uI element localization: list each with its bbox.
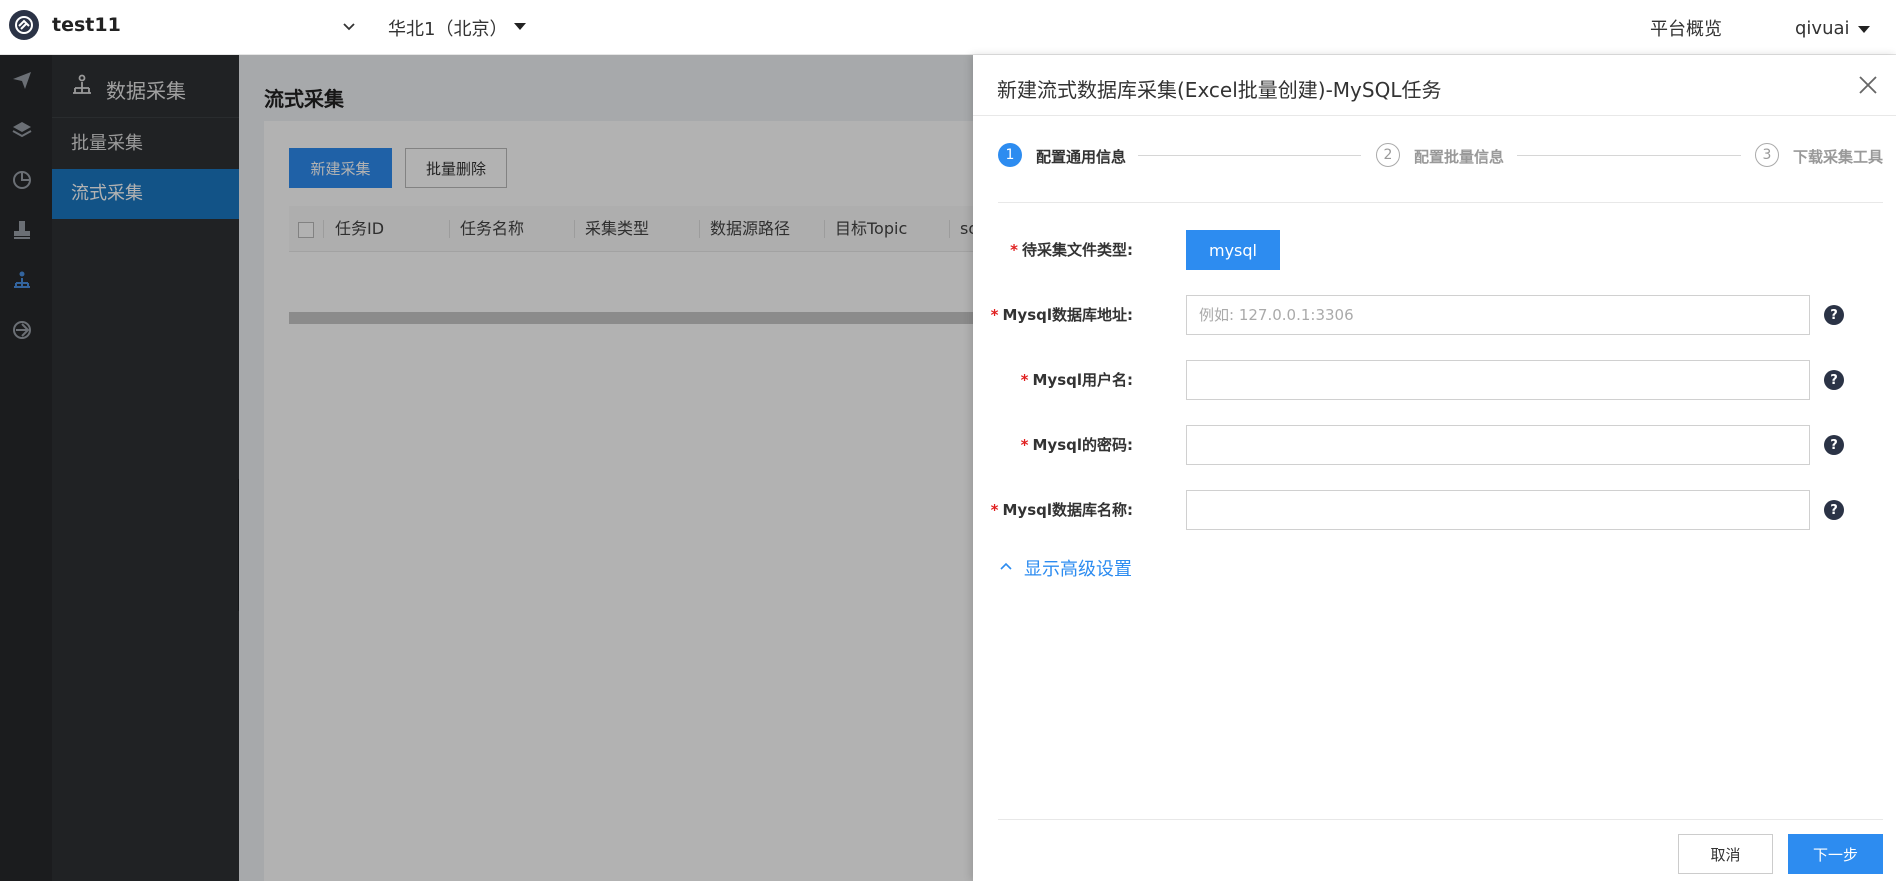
next-step-button[interactable]: 下一步 (1788, 834, 1883, 874)
platform-overview-link[interactable]: 平台概览 (1650, 15, 1722, 41)
mysql-username-input[interactable] (1186, 360, 1810, 400)
address-row: *Mysql数据库地址: ? (973, 295, 1896, 335)
address-label: * Mysql数据库地址: (991, 295, 1133, 335)
required-mark: * (1020, 371, 1029, 389)
file-type-label: * 待采集文件类型: (1010, 230, 1133, 270)
mysql-address-input[interactable] (1186, 295, 1810, 335)
drawer-header: 新建流式数据库采集(Excel批量创建)-MySQL任务 (973, 55, 1896, 116)
step-1-number: 1 (998, 143, 1022, 167)
dbname-label-text: Mysql数据库名称: (1002, 501, 1133, 519)
file-type-label-text: 待采集文件类型: (1022, 241, 1133, 259)
address-label-text: Mysql数据库地址: (1002, 306, 1133, 324)
step-2-number: 2 (1376, 143, 1400, 167)
required-mark: * (1020, 436, 1029, 454)
mysql-password-input[interactable] (1186, 425, 1810, 465)
steps: 1 配置通用信息 2 配置批量信息 3 下载采集工具 (998, 143, 1896, 183)
username-row: * Mysql用户名: ? (973, 360, 1896, 400)
create-task-drawer: 新建流式数据库采集(Excel批量创建)-MySQL任务 1 配置通用信息 2 … (973, 55, 1896, 881)
step-connector (1138, 155, 1361, 156)
mysql-type-button[interactable]: mysql (1186, 230, 1280, 270)
required-mark: * (1010, 241, 1018, 259)
logo-icon[interactable] (9, 10, 39, 40)
step-connector (1517, 155, 1741, 156)
step-1-label: 配置通用信息 (1036, 148, 1127, 166)
top-bar: test11 华北1（北京） 平台概览 qivuai (0, 0, 1896, 55)
chevron-down-icon[interactable] (340, 18, 358, 36)
mysql-dbname-input[interactable] (1186, 490, 1810, 530)
cancel-button[interactable]: 取消 (1678, 834, 1773, 874)
password-row: * Mysql的密码: ? (973, 425, 1896, 465)
required-mark: * (990, 501, 999, 519)
file-type-row: * 待采集文件类型: mysql (973, 230, 1896, 270)
project-name: test11 (52, 14, 121, 36)
drawer-title: 新建流式数据库采集(Excel批量创建)-MySQL任务 (997, 78, 1442, 102)
step-3-number: 3 (1755, 143, 1779, 167)
advanced-settings-label: 显示高级设置 (1024, 559, 1132, 580)
username-label-text: Mysql用户名: (1032, 371, 1133, 389)
divider (998, 202, 1883, 203)
help-icon[interactable]: ? (1824, 370, 1844, 390)
modal-mask[interactable] (0, 55, 973, 881)
dbname-label: * Mysql数据库名称: (991, 490, 1133, 530)
caret-down-icon[interactable] (1858, 26, 1870, 33)
step-3-label: 下载采集工具 (1793, 148, 1884, 166)
footer-divider (998, 819, 1883, 820)
region-selector[interactable]: 华北1（北京） (388, 15, 507, 41)
help-icon[interactable]: ? (1824, 305, 1844, 325)
help-icon[interactable]: ? (1824, 500, 1844, 520)
user-menu[interactable]: qivuai (1795, 18, 1850, 39)
dbname-row: * Mysql数据库名称: ? (973, 490, 1896, 530)
step-2-label: 配置批量信息 (1414, 148, 1505, 166)
help-icon[interactable]: ? (1824, 435, 1844, 455)
close-icon[interactable] (1856, 73, 1880, 97)
username-label: * Mysql用户名: (1021, 360, 1133, 400)
password-label: * Mysql的密码: (1021, 425, 1133, 465)
password-label-text: Mysql的密码: (1032, 436, 1133, 454)
chevron-up-icon (998, 559, 1014, 575)
required-mark: * (990, 306, 999, 324)
caret-down-icon[interactable] (514, 23, 526, 30)
